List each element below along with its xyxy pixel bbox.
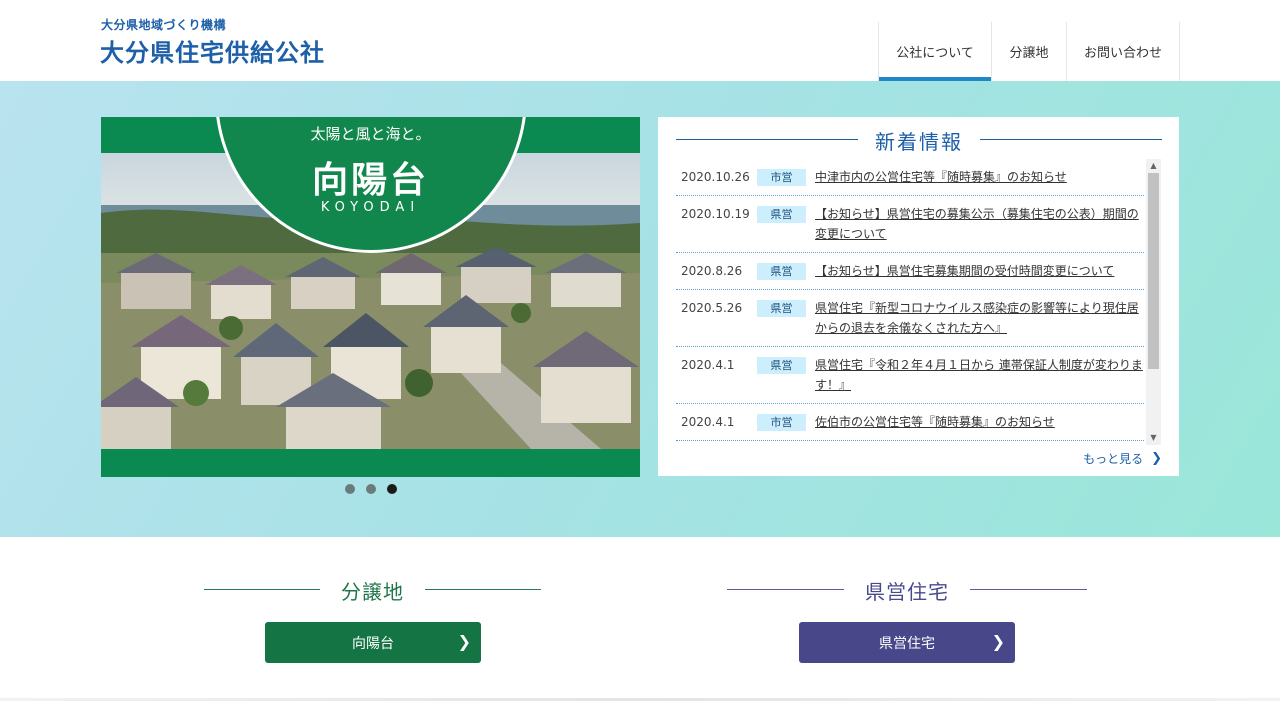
prefectural-housing-section: 県営住宅 県営住宅 ❯ xyxy=(727,572,1087,672)
news-item: 2020.4.1 県営 県営住宅『令和２年４月１日から 連帯保証人制度が変わりま… xyxy=(676,347,1144,404)
scrollbar-thumb[interactable] xyxy=(1148,173,1159,369)
news-panel: 新着情報 2020.10.26 市営 中津市内の公営住宅等『随時募集』のお知らせ… xyxy=(658,117,1179,476)
news-date: 2020.8.26 xyxy=(681,264,743,278)
organization-subtitle: 大分県地域づくり機構 xyxy=(101,18,227,32)
news-item: 2020.5.26 県営 県営住宅『新型コロナウイルス感染症の影響等により現住居… xyxy=(676,290,1144,347)
slide-tagline: 太陽と風と海と。 xyxy=(310,125,431,143)
news-link[interactable]: 中津市内の公営住宅等『随時募集』のお知らせ xyxy=(815,167,1144,187)
news-item: 2020.10.26 市営 中津市内の公営住宅等『随時募集』のお知らせ xyxy=(676,159,1144,196)
news-link[interactable]: 【お知らせ】県営住宅の募集公示（募集住宅の公表）期間の変更について xyxy=(815,204,1144,244)
news-date: 2020.10.26 xyxy=(681,170,750,184)
slider-dot-1[interactable] xyxy=(345,484,355,494)
global-nav: 公社について 分譲地 お問い合わせ xyxy=(878,22,1180,81)
heading-rule-right xyxy=(425,589,541,590)
news-category-badge: 市営 xyxy=(757,169,806,186)
nav-about[interactable]: 公社について xyxy=(879,22,992,81)
news-category-badge: 県営 xyxy=(757,263,806,280)
news-date: 2020.4.1 xyxy=(681,358,735,372)
news-list[interactable]: 2020.10.26 市営 中津市内の公営住宅等『随時募集』のお知らせ 2020… xyxy=(676,159,1144,445)
news-item: 2020.10.19 県営 【お知らせ】県営住宅の募集公示（募集住宅の公表）期間… xyxy=(676,196,1144,253)
site-header: 大分県地域づくり機構 大分県住宅供給公社 公社について 分譲地 お問い合わせ xyxy=(0,0,1280,81)
news-link[interactable]: 【お知らせ】県営住宅募集期間の受付時間変更について xyxy=(815,261,1144,281)
news-category-badge: 県営 xyxy=(757,357,806,374)
koyodai-button-label: 向陽台 xyxy=(352,635,394,652)
prefectural-housing-button[interactable]: 県営住宅 ❯ xyxy=(799,622,1015,663)
slider-dot-2[interactable] xyxy=(366,484,376,494)
nav-lots[interactable]: 分譲地 xyxy=(992,22,1067,81)
lots-section-heading: 分譲地 xyxy=(204,572,541,606)
chevron-right-icon: ❯ xyxy=(1151,451,1162,466)
news-link[interactable]: 県営住宅『新型コロナウイルス感染症の影響等により現住居からの退去を余儀なくされた… xyxy=(815,298,1144,338)
news-link[interactable]: 県営住宅『令和２年４月１日から 連帯保証人制度が変わります！』 xyxy=(815,355,1144,395)
news-scrollbar[interactable]: ▲ ▼ xyxy=(1146,159,1161,445)
slider-pagination xyxy=(345,484,397,494)
news-category-badge: 県営 xyxy=(757,206,806,223)
news-link[interactable]: 佐伯市の公営住宅等『随時募集』のお知らせ xyxy=(815,412,1144,432)
more-news-label: もっと見る xyxy=(1083,452,1144,466)
slide-title: 向陽台 xyxy=(311,160,429,201)
nav-contact[interactable]: お問い合わせ xyxy=(1067,22,1180,81)
koyodai-button[interactable]: 向陽台 ❯ xyxy=(265,622,481,663)
slide-roman-title: KOYODAI xyxy=(320,200,421,215)
prefectural-housing-title: 県営住宅 xyxy=(865,580,949,604)
news-date: 2020.10.19 xyxy=(681,207,750,221)
chevron-right-icon: ❯ xyxy=(457,632,471,651)
scroll-up-arrow-icon[interactable]: ▲ xyxy=(1146,159,1161,173)
heading-rule-right xyxy=(970,589,1087,590)
site-logo-title[interactable]: 大分県住宅供給公社 xyxy=(100,33,325,68)
prefectural-housing-button-label: 県営住宅 xyxy=(879,635,935,652)
news-category-badge: 県営 xyxy=(757,300,806,317)
news-heading-rule-right xyxy=(980,139,1162,140)
news-heading: 新着情報 xyxy=(676,125,1162,155)
prefectural-housing-heading: 県営住宅 xyxy=(727,572,1087,606)
more-news-link[interactable]: もっと見る ❯ xyxy=(1083,450,1162,467)
hero-slider[interactable]: 太陽と風と海と。 向陽台 KOYODAI xyxy=(101,117,640,477)
news-date: 2020.4.1 xyxy=(681,415,735,429)
news-category-badge: 市営 xyxy=(757,414,806,431)
hero-area: 太陽と風と海と。 向陽台 KOYODAI 新着情報 2020.10.26 市営 … xyxy=(0,81,1280,537)
lots-section-title: 分譲地 xyxy=(341,580,404,604)
news-title: 新着情報 xyxy=(875,130,963,154)
news-item: 2020.8.26 県営 【お知らせ】県営住宅募集期間の受付時間変更について xyxy=(676,253,1144,290)
chevron-right-icon: ❯ xyxy=(991,632,1005,651)
scroll-down-arrow-icon[interactable]: ▼ xyxy=(1146,431,1161,445)
news-date: 2020.5.26 xyxy=(681,301,743,315)
slider-dot-3[interactable] xyxy=(387,484,397,494)
lots-section: 分譲地 向陽台 ❯ xyxy=(204,572,541,672)
news-item: 2020.4.1 市営 佐伯市の公営住宅等『随時募集』のお知らせ xyxy=(676,404,1144,441)
